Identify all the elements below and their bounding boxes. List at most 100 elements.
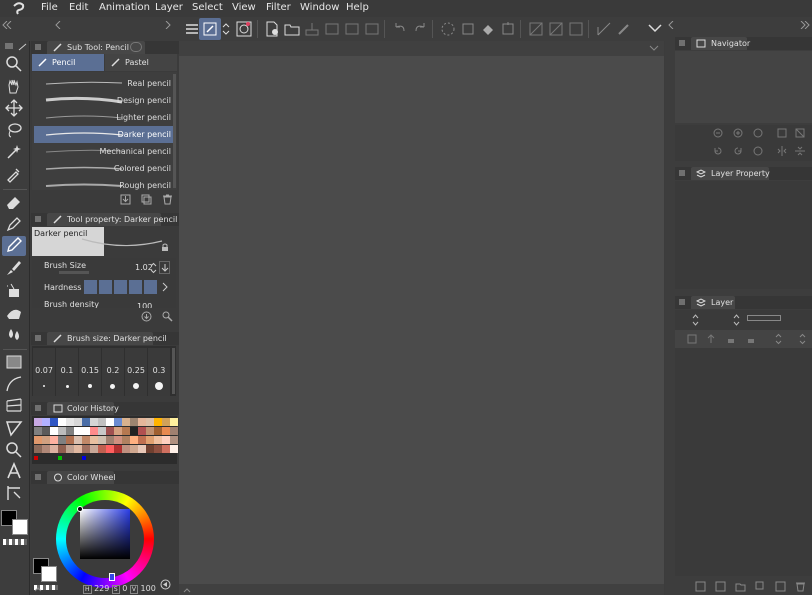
new-folder-icon[interactable] [735,581,746,592]
new-file-icon[interactable] [264,21,280,37]
color-swatch[interactable] [50,418,58,426]
brush-snap-icon[interactable] [616,21,632,37]
color-swatch[interactable] [114,445,122,453]
color-swatch[interactable] [170,445,178,453]
color-swatch[interactable] [122,418,130,426]
brush-item-darker-pencil[interactable]: Darker pencil [34,126,173,143]
color-mode-icon[interactable] [160,579,171,590]
color-swatch[interactable] [34,418,42,426]
color-swatch[interactable] [154,427,162,435]
color-swatch[interactable] [170,427,178,435]
panel-menu-icon[interactable] [679,170,685,176]
frame-tool[interactable] [5,397,23,415]
color-swatch[interactable] [130,436,138,444]
print-icon[interactable] [344,21,360,37]
text-tool[interactable] [5,461,23,480]
share-icon[interactable] [364,21,380,37]
hardness-step[interactable] [144,280,157,294]
copy-icon[interactable] [141,194,152,205]
merge-icon[interactable] [775,581,786,592]
color-swatch[interactable] [90,427,98,435]
color-swatch[interactable] [162,445,170,453]
airbrush-tool[interactable] [5,281,23,299]
new-raster-layer-icon[interactable] [695,581,706,592]
rotate-left-icon[interactable] [713,146,723,156]
transform-icon[interactable] [500,21,516,37]
ruler-icon[interactable] [596,21,612,37]
hardness-step[interactable] [84,280,97,294]
rotate-right-icon[interactable] [733,146,743,156]
clip-icon[interactable] [706,334,716,344]
hardness-step[interactable] [99,280,112,294]
wrench-icon[interactable] [162,311,173,322]
crop-icon[interactable] [548,21,564,37]
pressure-toggle[interactable] [159,261,170,274]
color-swatch[interactable] [98,427,106,435]
app-logo-icon[interactable] [11,1,27,16]
color-swatch[interactable] [146,418,154,426]
brush-item-rough-pencil[interactable]: Rough pencil [34,177,173,190]
color-swatch[interactable] [74,436,82,444]
color-swatch[interactable] [90,418,98,426]
size-cell[interactable]: 0.25 [125,348,147,396]
panel-menu-icon[interactable] [5,43,13,49]
color-swatch[interactable] [50,436,58,444]
lock-alpha-icon[interactable] [746,334,756,344]
color-swatch[interactable] [82,427,90,435]
hamburger-menu-icon[interactable] [184,21,200,37]
chevron-left-icon[interactable] [55,21,61,29]
color-swatch[interactable] [154,436,162,444]
panel-menu-icon[interactable] [35,474,41,480]
color-swatch[interactable] [162,418,170,426]
color-swatch[interactable] [130,427,138,435]
grid-icon[interactable] [568,21,584,37]
stepper-icon[interactable] [775,333,782,345]
size-cell[interactable]: 0.3 [148,348,170,396]
zoom-tool[interactable] [5,55,23,73]
color-swatch[interactable] [58,418,66,426]
fit-icon[interactable] [753,128,763,138]
move-tool[interactable] [5,99,23,117]
tab-pastel[interactable]: Pastel [105,54,177,71]
color-swatch[interactable] [74,427,82,435]
color-swatch[interactable] [74,418,82,426]
reset-icon[interactable] [141,311,152,322]
flip-vertical-icon[interactable] [795,146,805,156]
transparent-color-swatch[interactable] [3,539,27,545]
flip-icon[interactable] [777,128,787,138]
settings-icon[interactable] [130,42,142,52]
menu-filter[interactable]: Filter [266,2,291,13]
color-swatch[interactable] [58,427,66,435]
color-swatch[interactable] [82,436,90,444]
color-swatch[interactable] [34,427,42,435]
chevron-left-icon[interactable] [668,21,674,29]
opacity-stepper[interactable] [733,313,740,327]
color-swatch[interactable] [66,427,74,435]
menu-animation[interactable]: Animation [99,2,150,13]
color-swatch[interactable] [122,427,130,435]
color-swatch[interactable] [138,445,146,453]
gradient-tool[interactable] [5,353,23,371]
color-swatch[interactable] [42,418,50,426]
undo-icon[interactable] [392,21,408,37]
collapse-left-icon[interactable] [2,21,12,29]
color-swatch[interactable] [98,418,106,426]
color-swatch[interactable] [122,445,130,453]
color-swatch[interactable] [66,418,74,426]
color-swatch[interactable] [98,436,106,444]
brush-density-value[interactable]: 100 [137,302,152,308]
hide-outside-icon[interactable] [528,21,544,37]
tool-toggle-button[interactable] [199,18,221,40]
color-swatch[interactable] [106,436,114,444]
menu-layer[interactable]: Layer [155,2,183,13]
brush-tool[interactable] [5,259,23,277]
panel-menu-icon[interactable] [35,216,41,222]
color-swatch[interactable] [114,418,122,426]
color-swatch[interactable] [106,445,114,453]
menu-view[interactable]: View [232,2,256,13]
sub-color-swatch[interactable] [12,519,28,535]
deselect-icon[interactable] [440,21,456,37]
size-cell[interactable]: 0.15 [79,348,101,396]
new-vector-layer-icon[interactable] [715,581,726,592]
export-icon[interactable] [324,21,340,37]
